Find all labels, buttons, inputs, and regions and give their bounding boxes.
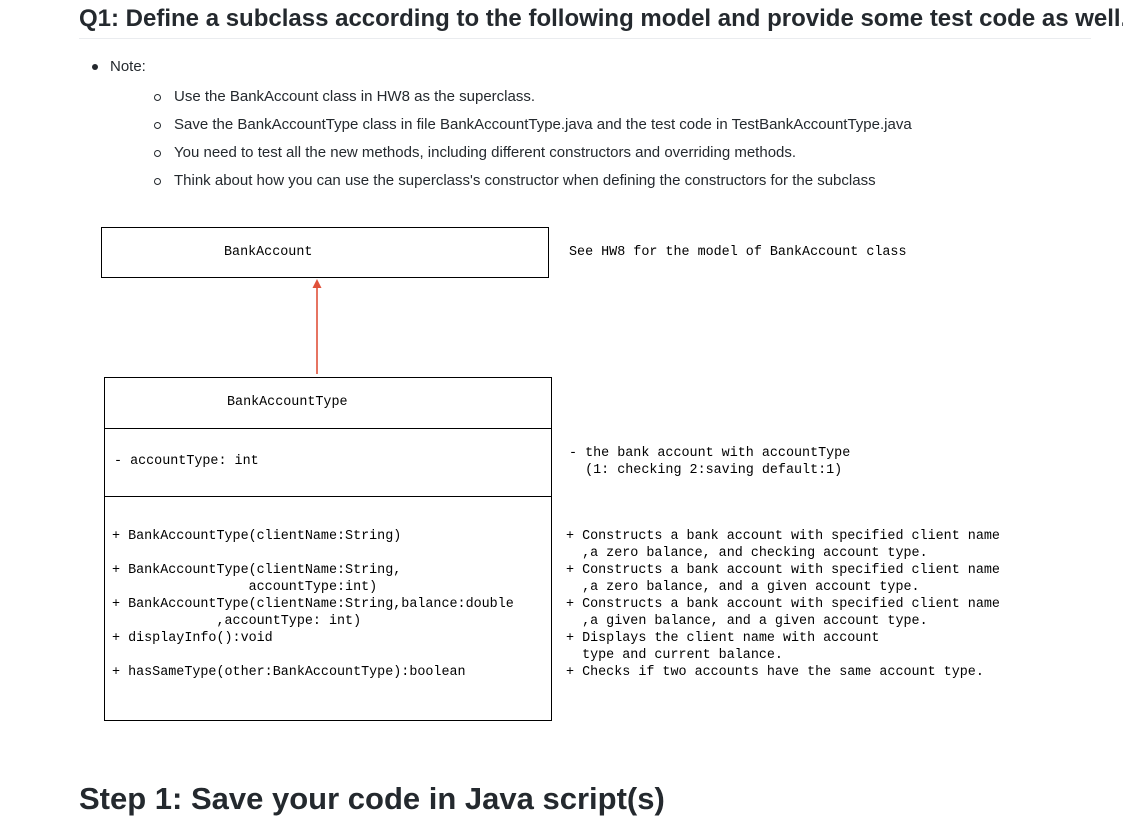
subclass-method-compartment: + BankAccountType(clientName:String) + B…: [105, 496, 551, 720]
method-signature: + BankAccountType(clientName:String): [112, 529, 402, 544]
note-sub-item: Think about how you can use the supercla…: [110, 167, 912, 195]
subclass-field: - accountType: int: [114, 454, 259, 469]
note-sub-item: Save the BankAccountType class in file B…: [110, 111, 912, 139]
method-description: + Constructs a bank account with specifi…: [566, 529, 1000, 544]
method-description: ,a given balance, and a given account ty…: [566, 614, 928, 629]
note-sub-item: You need to test all the new methods, in…: [110, 139, 912, 167]
method-signature: ,accountType: int): [112, 614, 362, 629]
subclass-box: BankAccountType - accountType: int + Ban…: [104, 377, 552, 721]
subclass-field-compartment: - accountType: int: [105, 428, 551, 497]
method-description: + Constructs a bank account with specifi…: [566, 563, 1000, 578]
superclass-name: BankAccount: [224, 245, 313, 260]
method-description: type and current balance.: [566, 648, 783, 663]
superclass-box: BankAccount: [101, 227, 549, 278]
notes-list: Note: Use the BankAccount class in HW8 a…: [79, 55, 912, 195]
subclass-name-compartment: BankAccountType: [105, 378, 551, 429]
method-description: ,a zero balance, and checking account ty…: [566, 546, 928, 561]
note-item: Note: Use the BankAccount class in HW8 a…: [79, 55, 912, 195]
field-description: (1: checking 2:saving default:1): [569, 463, 843, 478]
method-signature: + BankAccountType(clientName:String,bala…: [112, 597, 514, 612]
step-title: Step 1: Save your code in Java script(s): [79, 781, 665, 816]
method-signature: accountType:int): [112, 580, 378, 595]
method-description: + Constructs a bank account with specifi…: [566, 597, 1000, 612]
field-description: - the bank account with accountType: [569, 446, 851, 461]
inheritance-arrowhead: [312, 279, 322, 288]
method-description: + Displays the client name with account: [566, 631, 880, 646]
method-description: + Checks if two accounts have the same a…: [566, 665, 984, 680]
method-signature: + BankAccountType(clientName:String,: [112, 563, 402, 578]
superclass-description: See HW8 for the model of BankAccount cla…: [569, 245, 907, 260]
inheritance-arrow: [312, 279, 322, 374]
note-sub-item: Use the BankAccount class in HW8 as the …: [110, 83, 912, 111]
method-description: ,a zero balance, and a given account typ…: [566, 580, 920, 595]
subclass-name: BankAccountType: [227, 395, 348, 410]
note-sub-list: Use the BankAccount class in HW8 as the …: [110, 83, 912, 195]
note-label: Note:: [110, 58, 146, 75]
method-signature: + hasSameType(other:BankAccountType):boo…: [112, 665, 466, 680]
method-signature: + displayInfo():void: [112, 631, 273, 646]
question-title: Q1: Define a subclass according to the f…: [79, 2, 1123, 39]
